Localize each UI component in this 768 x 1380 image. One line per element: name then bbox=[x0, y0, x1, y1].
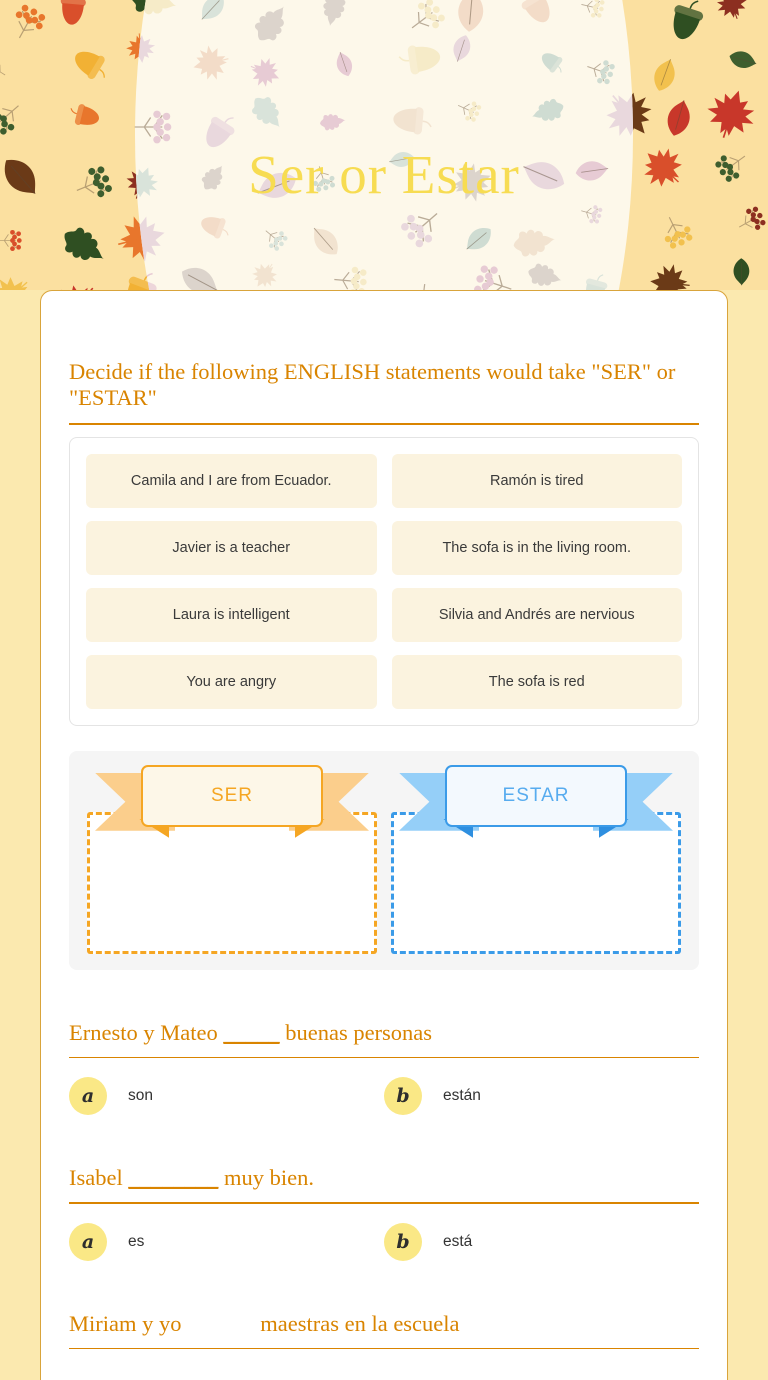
answer-option[interactable]: a es bbox=[69, 1222, 384, 1261]
leaf-icon bbox=[724, 255, 758, 290]
leaf-icon bbox=[0, 260, 47, 290]
question-block: Miriam y yo maestras en la escuela bbox=[69, 1311, 699, 1350]
answer-bullet: b bbox=[384, 1222, 422, 1261]
statement-tile[interactable]: Camila and I are from Ecuador. bbox=[86, 453, 377, 508]
question-text: Miriam y yo maestras en la escuela bbox=[69, 1311, 699, 1348]
answer-options: a son b están bbox=[69, 1077, 699, 1116]
question-divider bbox=[69, 1056, 699, 1059]
leaf-icon bbox=[309, 0, 357, 38]
leaf-icon bbox=[185, 200, 238, 250]
dropzone-estar[interactable] bbox=[391, 811, 681, 954]
leaf-icon bbox=[186, 37, 239, 87]
question-suffix: buenas personas bbox=[279, 1019, 433, 1045]
question-block: Ernesto y Mateo _____ buenas personas a so… bbox=[69, 1020, 699, 1116]
leaf-icon bbox=[48, 0, 97, 38]
answer-bullet: a bbox=[69, 1077, 107, 1116]
leaf-icon bbox=[526, 37, 575, 85]
sort-category-column: SER bbox=[87, 764, 377, 954]
answer-text: están bbox=[443, 1087, 481, 1105]
leaf-icon bbox=[395, 273, 450, 290]
leaf-icon bbox=[379, 93, 437, 147]
statement-tile[interactable]: Ramón is tired bbox=[391, 453, 682, 508]
leaf-icon bbox=[316, 104, 355, 139]
statement-tiles-container: Camila and I are from Ecuador. Ramón is t… bbox=[69, 436, 699, 726]
leaf-icon bbox=[0, 223, 30, 257]
question-blank bbox=[187, 1311, 255, 1336]
leaf-icon bbox=[324, 256, 380, 290]
leaf-icon bbox=[323, 40, 364, 84]
sort-category-column: ESTAR bbox=[391, 764, 681, 954]
question-blank: _____ bbox=[223, 1019, 280, 1045]
leaf-icon bbox=[238, 0, 308, 57]
answer-text: es bbox=[128, 1232, 145, 1250]
statement-tile[interactable]: Silvia and Andrés are nervious bbox=[391, 587, 682, 642]
statement-tile[interactable]: You are angry bbox=[86, 654, 377, 709]
instruction-text: Decide if the following ENGLISH statemen… bbox=[69, 359, 676, 411]
question-text: Ernesto y Mateo _____ buenas personas bbox=[69, 1020, 699, 1057]
sorting-panel: SER ESTAR bbox=[69, 750, 699, 970]
statement-tile[interactable]: Laura is intelligent bbox=[86, 587, 377, 642]
leaf-icon bbox=[166, 248, 237, 290]
leaf-icon bbox=[570, 0, 614, 27]
answer-option[interactable]: b están bbox=[384, 1077, 699, 1116]
question-prefix: Isabel bbox=[69, 1165, 129, 1191]
questions-container: Ernesto y Mateo _____ buenas personas a so… bbox=[69, 1020, 699, 1350]
question-suffix: muy bien. bbox=[218, 1165, 314, 1191]
answer-text: está bbox=[443, 1232, 473, 1250]
question-blank: ________ bbox=[128, 1165, 219, 1191]
worksheet-card: Decide if the following ENGLISH statemen… bbox=[40, 290, 728, 1380]
question-divider bbox=[69, 1202, 699, 1204]
statement-tile[interactable]: Javier is a teacher bbox=[86, 520, 377, 575]
leaf-icon bbox=[63, 93, 114, 140]
question-text: Isabel ________ muy bien. bbox=[69, 1165, 699, 1202]
leaf-icon bbox=[236, 81, 301, 147]
answer-bullet: a bbox=[69, 1222, 107, 1261]
answer-text: son bbox=[128, 1087, 153, 1105]
leaf-icon bbox=[505, 0, 572, 43]
leaf-icon bbox=[645, 259, 698, 290]
leaf-icon bbox=[183, 0, 240, 38]
question-suffix: maestras en la escuela bbox=[254, 1310, 460, 1336]
answer-options: a es b está bbox=[69, 1222, 699, 1261]
leaf-icon bbox=[444, 87, 492, 133]
statement-tile[interactable]: The sofa is red bbox=[391, 654, 682, 709]
page-header: Ser or Estar bbox=[0, 0, 768, 290]
leaf-icon bbox=[645, 199, 707, 264]
answer-option[interactable]: b está bbox=[384, 1222, 699, 1261]
question-prefix: Miriam y yo bbox=[69, 1310, 188, 1336]
question-block: Isabel ________ muy bien. a es b está bbox=[69, 1165, 699, 1261]
leaf-icon bbox=[249, 213, 299, 263]
leaf-icon bbox=[570, 266, 619, 290]
answer-bullet: b bbox=[384, 1077, 422, 1116]
statement-tile[interactable]: The sofa is in the living room. bbox=[391, 520, 682, 575]
instruction-divider bbox=[69, 423, 699, 425]
question-divider bbox=[69, 1347, 699, 1350]
leaf-icon bbox=[54, 29, 121, 95]
page-title: Ser or Estar bbox=[248, 144, 520, 205]
leaf-icon bbox=[518, 87, 572, 138]
leaf-icon bbox=[721, 39, 768, 82]
answer-option[interactable]: a son bbox=[69, 1077, 384, 1116]
question-prefix: Ernesto y Mateo bbox=[69, 1019, 224, 1045]
dropzone-ser[interactable] bbox=[87, 811, 377, 954]
